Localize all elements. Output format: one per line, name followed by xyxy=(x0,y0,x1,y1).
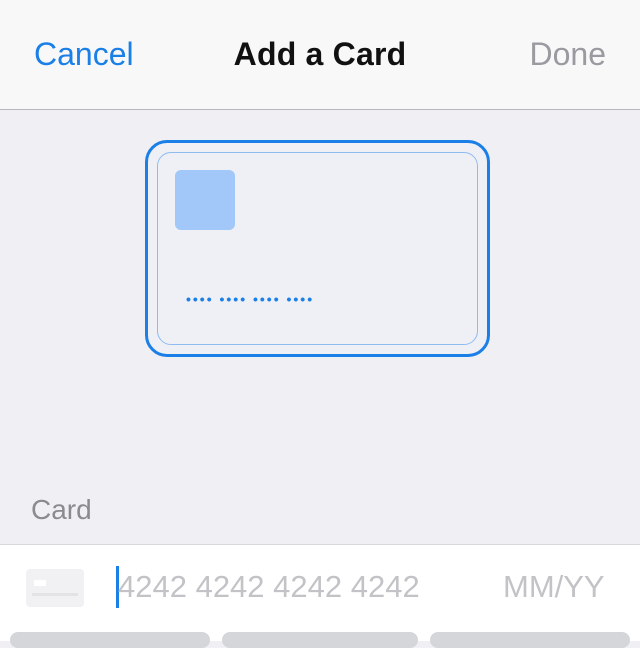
card-section-label: Card xyxy=(31,494,92,525)
navigation-bar: Cancel Add a Card Done xyxy=(0,0,640,110)
keyboard-key[interactable] xyxy=(222,632,418,648)
masked-card-number: •••• •••• •••• •••• xyxy=(186,291,315,307)
card-input-row xyxy=(0,544,640,641)
keyboard-key[interactable] xyxy=(10,632,210,648)
card-chip-icon xyxy=(175,170,235,230)
card-number-input[interactable] xyxy=(118,565,488,609)
card-icon-stripe xyxy=(32,593,78,596)
card-preview-inner: •••• •••• •••• •••• xyxy=(157,152,478,345)
card-icon-chip xyxy=(34,580,46,586)
done-button[interactable]: Done xyxy=(530,34,607,74)
card-preview: •••• •••• •••• •••• xyxy=(145,140,490,357)
keyboard-key[interactable] xyxy=(430,632,630,648)
credit-card-icon xyxy=(26,569,84,607)
expiry-date-input[interactable] xyxy=(503,565,633,609)
